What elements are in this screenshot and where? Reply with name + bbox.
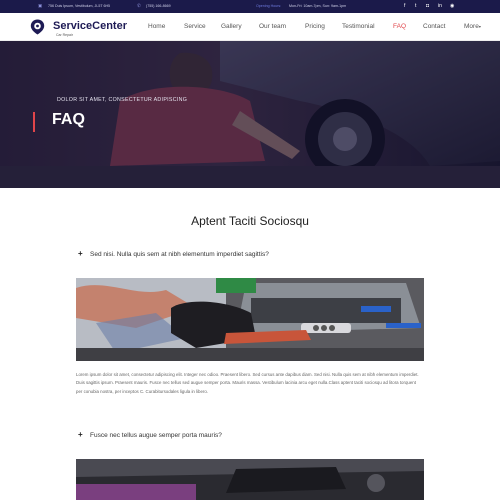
hero-accent-bar <box>33 112 35 132</box>
faq-image-2 <box>76 459 424 500</box>
logo-pin-icon[interactable] <box>30 19 45 35</box>
nav-contact[interactable]: Contact <box>423 23 445 30</box>
nav-home[interactable]: Home <box>148 23 165 30</box>
address-text: 756 Duis Ipsum, Vestibulum, JL5T 6H5 <box>48 4 111 8</box>
plus-icon: + <box>78 249 83 258</box>
dribbble-icon[interactable]: ◉ <box>450 3 454 9</box>
brand-name[interactable]: ServiceCenter <box>53 20 127 32</box>
opening-hours-text: Mon-Fri: 10am-7pm, Sun: 9am-1pm <box>289 4 347 8</box>
faq-question-2-text: Fusce nec tellus augue semper porta maur… <box>90 432 222 439</box>
faq-question-2[interactable]: + Fusce nec tellus augue semper porta mau… <box>78 430 222 439</box>
nav-gallery[interactable]: Gallery <box>221 23 242 30</box>
nav-more-label: More <box>464 23 479 30</box>
nav-more[interactable]: More▾ <box>464 23 481 30</box>
faq-question-1[interactable]: + Sed nisi. Nulla quis sem at nibh elemen… <box>78 249 269 258</box>
engine-repair-photo <box>76 278 424 361</box>
faq-answer-1: Lorem ipsum dolor sit amet, consectetur … <box>76 372 419 394</box>
top-info-bar: ▣ 756 Duis Ipsum, Vestibulum, JL5T 6H5 ✆… <box>0 0 500 13</box>
phone-text[interactable]: (755) 166-8669 <box>146 4 171 8</box>
chevron-down-icon: ▾ <box>478 24 481 29</box>
facebook-icon[interactable]: f <box>404 3 405 9</box>
site-header: ServiceCenter Car Repair Home Service Ga… <box>0 13 500 41</box>
brand-tagline: Car Repair <box>56 33 73 37</box>
plus-icon: + <box>78 430 83 439</box>
linkedin-icon[interactable]: in <box>438 3 442 9</box>
map-pin-icon: ▣ <box>38 3 43 8</box>
faq-image-1 <box>76 278 424 361</box>
nav-pricing[interactable]: Pricing <box>305 23 325 30</box>
opening-hours-label: Opening Hours: <box>256 4 282 8</box>
nav-faq[interactable]: FAQ <box>393 23 406 30</box>
workshop-photo <box>76 459 424 500</box>
nav-our-team[interactable]: Our team <box>259 23 286 30</box>
page-title: FAQ <box>52 111 85 128</box>
hero-kicker: DOLOR SIT AMET, CONSECTETUR ADIPISCING <box>57 97 188 103</box>
twitter-icon[interactable]: t <box>415 3 416 9</box>
instagram-icon[interactable]: ◘ <box>426 3 429 9</box>
nav-service[interactable]: Service <box>184 23 206 30</box>
nav-testimonial[interactable]: Testimonial <box>342 23 375 30</box>
page-hero: DOLOR SIT AMET, CONSECTETUR ADIPISCING F… <box>0 41 500 188</box>
phone-icon: ✆ <box>137 3 141 8</box>
section-title: Aptent Taciti Sociosqu <box>191 214 309 228</box>
faq-question-1-text: Sed nisi. Nulla quis sem at nibh element… <box>90 251 269 258</box>
